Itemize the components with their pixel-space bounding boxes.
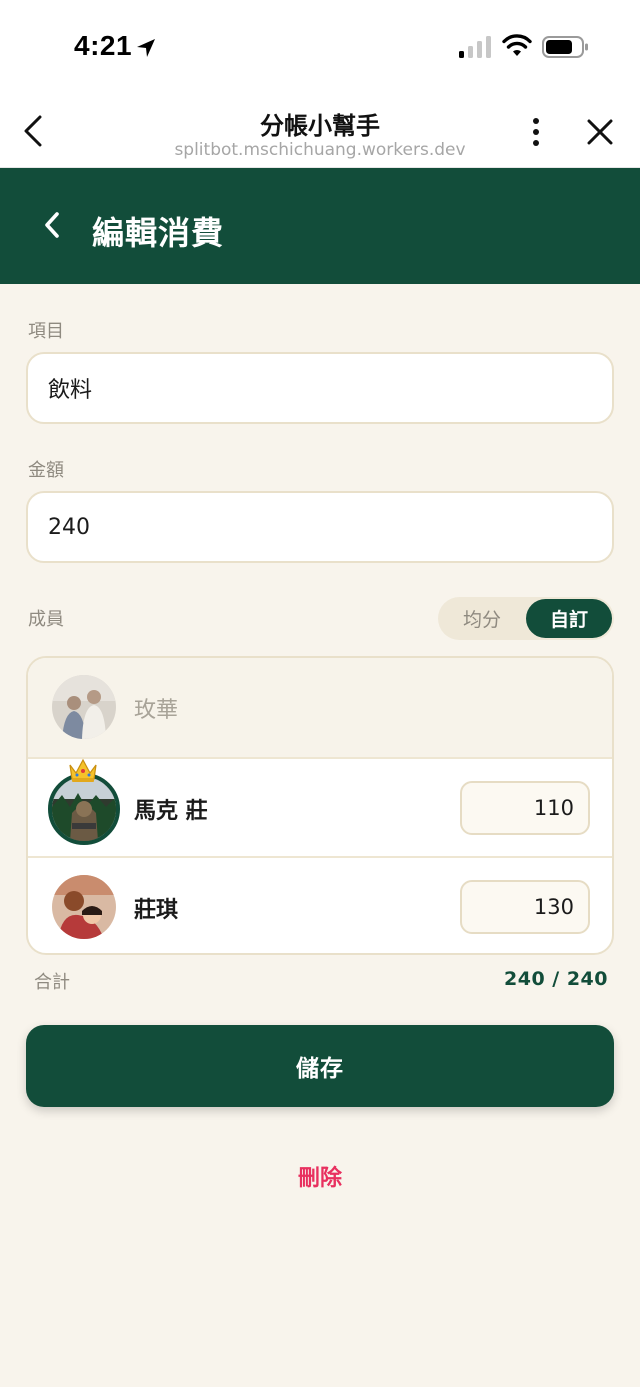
status-time: 4:21 (74, 30, 133, 61)
member-amount-input[interactable]: 110 (460, 781, 590, 835)
crown-icon (69, 758, 97, 782)
browser-header: 分帳小幫手 splitbot.mschichuang.workers.dev (0, 92, 640, 168)
more-options-icon[interactable] (524, 116, 548, 148)
app-header: 編輯消費 (0, 168, 640, 284)
member-amount-input[interactable]: 130 (460, 880, 590, 934)
item-input[interactable]: 飲料 (26, 352, 614, 424)
location-arrow-icon (137, 39, 155, 57)
split-mode-toggle: 均分 自訂 (438, 597, 614, 640)
split-custom-option[interactable]: 自訂 (526, 599, 612, 638)
item-label: 項目 (28, 321, 64, 342)
total-value: 240 / 240 (504, 968, 608, 990)
amount-label: 金額 (28, 460, 64, 481)
delete-button[interactable]: 刪除 (0, 1160, 640, 1192)
status-bar: 4:21 (0, 0, 640, 92)
member-row[interactable]: 玫華 (28, 658, 612, 757)
member-row[interactable]: 馬克 莊 110 (28, 757, 612, 856)
amount-input[interactable]: 240 (26, 491, 614, 563)
member-name: 莊琪 (134, 898, 179, 923)
split-even-option[interactable]: 均分 (438, 597, 526, 640)
close-icon[interactable] (586, 118, 614, 146)
avatar (52, 875, 116, 939)
total-label: 合計 (34, 972, 70, 993)
avatar (52, 675, 116, 739)
member-name: 玫華 (134, 698, 179, 723)
wifi-icon (502, 34, 532, 56)
avatar (48, 773, 120, 845)
back-chevron-icon[interactable] (40, 210, 64, 240)
member-row[interactable]: 莊琪 130 (28, 856, 612, 953)
members-label: 成員 (28, 609, 64, 630)
member-name: 馬克 莊 (134, 799, 208, 824)
save-button[interactable]: 儲存 (26, 1025, 614, 1107)
cellular-signal-icon (459, 36, 491, 58)
page-title: 編輯消費 (92, 214, 225, 252)
battery-icon (542, 36, 588, 58)
member-list: 玫華 馬克 莊 110 莊琪 130 (26, 656, 614, 955)
